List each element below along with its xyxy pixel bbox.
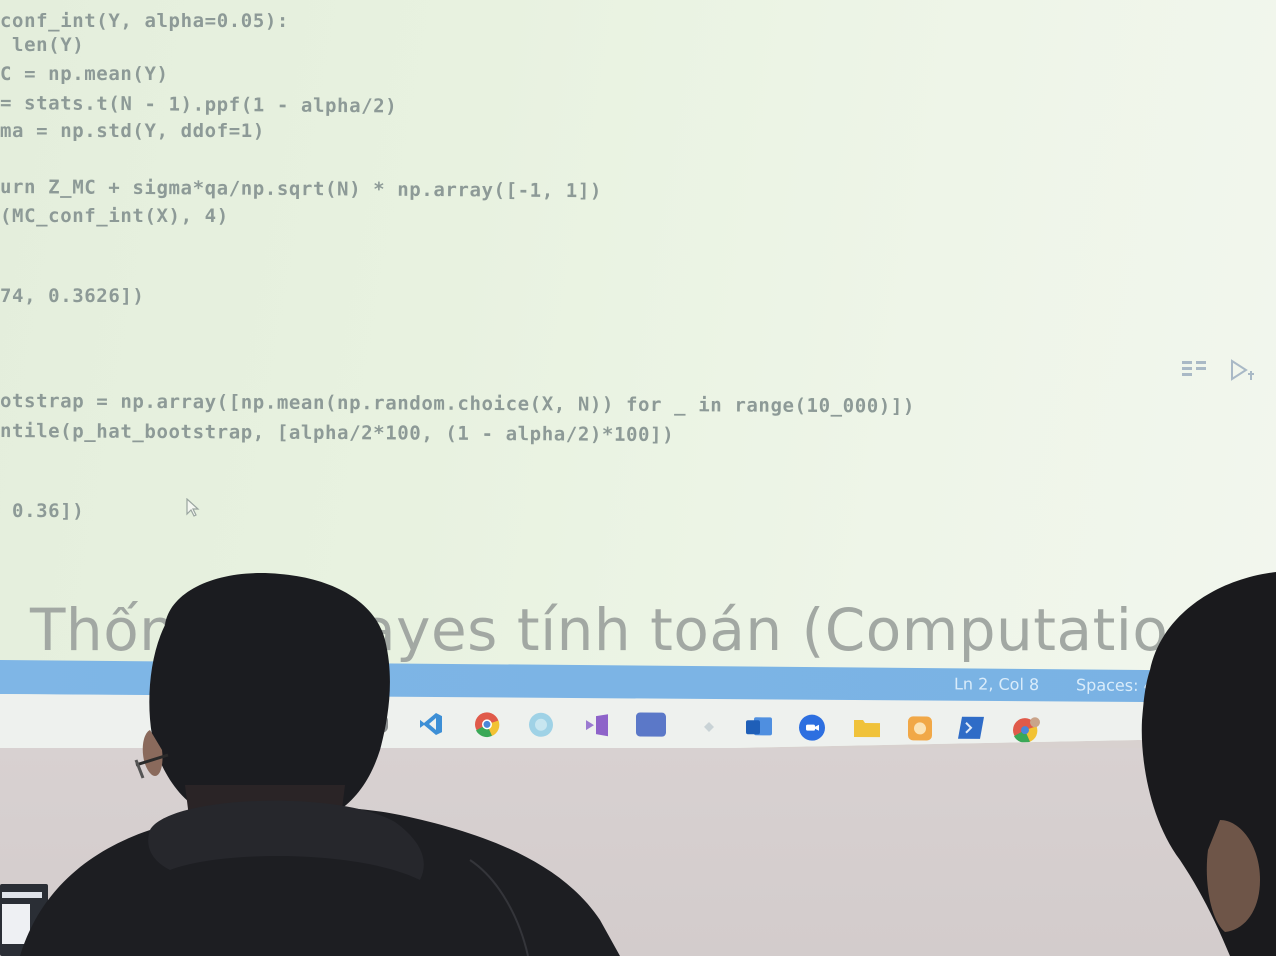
- monitor-app-icon[interactable]: [636, 712, 666, 737]
- code-line: conf_int(Y, alpha=0.05):: [0, 10, 289, 32]
- classroom-scene: conf_int(Y, alpha=0.05): len(Y) C = np.m…: [0, 0, 1276, 956]
- cursor-position-status[interactable]: Ln 2, Col 8: [954, 674, 1039, 694]
- outlook-icon[interactable]: [744, 713, 772, 739]
- chrome-profile-icon[interactable]: [1012, 715, 1040, 743]
- code-line: ntile(p_hat_bootstrap, [alpha/2*100, (1 …: [0, 420, 675, 447]
- code-line: otstrap = np.array([np.mean(np.random.ch…: [0, 390, 916, 418]
- split-cell-icon[interactable]: [1180, 358, 1208, 383]
- code-line: ma = np.std(Y, ddof=1): [0, 120, 265, 142]
- code-line: C = np.mean(Y): [0, 63, 169, 85]
- onedrive-icon[interactable]: [696, 713, 722, 739]
- zoom-icon[interactable]: [798, 714, 825, 741]
- code-line: 74, 0.3626]): [0, 285, 145, 307]
- student-head-right-silhouette: [1141, 572, 1276, 956]
- run-cell-icon[interactable]: [1228, 358, 1256, 387]
- paint-icon[interactable]: [906, 714, 932, 741]
- mouse-cursor-icon: [186, 497, 200, 518]
- code-line: (MC_conf_int(X), 4): [0, 205, 229, 227]
- code-line: 0.36]): [0, 500, 85, 522]
- student-head-silhouette: [20, 573, 620, 956]
- code-line: = stats.t(N - 1).ppf(1 - alpha/2): [0, 92, 398, 118]
- code-line: len(Y): [0, 34, 85, 56]
- terminal-icon[interactable]: [958, 715, 984, 741]
- code-line: urn Z_MC + sigma*qa/np.sqrt(N) * np.arra…: [0, 176, 603, 203]
- file-explorer-icon[interactable]: [852, 714, 880, 740]
